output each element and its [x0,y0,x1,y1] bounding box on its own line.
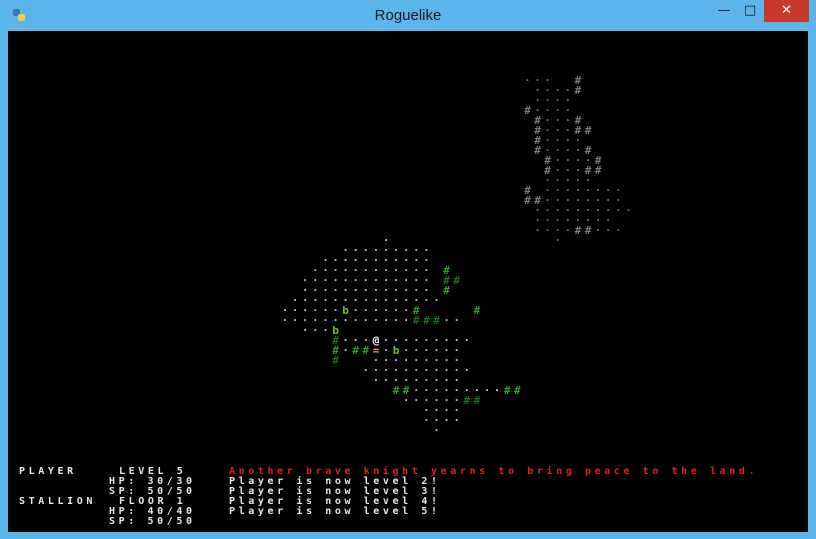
wall-tile: # [413,314,420,327]
floor-tile: · [402,314,410,327]
explored-wall-tile: # [584,224,592,237]
floor-tile: · [402,394,410,407]
floor-tile: · [453,414,461,427]
explored-floor-tile: · [524,74,531,87]
floor-tile: · [312,324,319,337]
wall-tile: # [473,304,481,317]
floor-tile: · [423,414,430,427]
wall-tile: # [392,384,400,397]
floor-tile: · [342,314,349,327]
floor-tile: · [443,414,450,427]
floor-tile: · [291,314,299,327]
explored-floor-tile: · [615,224,622,237]
floor-tile: · [322,324,329,337]
window-title: Roguelike [374,7,442,24]
wall-tile: # [443,284,450,297]
floor-tile: · [413,394,420,407]
explored-floor-tile: · [594,224,602,237]
pet-name: STALLION [19,496,96,507]
explored-wall-tile: # [574,84,582,97]
floor-tile: · [463,364,471,377]
game-viewport[interactable]: · · · # · · · · # · · · · # · · · · # · · · # # · · · # # # · · · · # · · · · #… [8,31,808,532]
explored-wall-tile: # [534,144,541,157]
maximize-button[interactable]: □ [738,0,762,22]
floor-tile: · [433,294,440,307]
wall-tile: # [473,394,481,407]
explored-wall-tile: # [574,224,582,237]
wall-tile: # [423,314,430,327]
wall-tile: # [352,344,360,357]
explored-floor-tile: · [554,234,562,247]
dungeon-map: · · · # · · · · # · · · · # · · · · # · · · # # · · · # # # · · · · # · · · · #… [8,31,808,461]
close-button[interactable]: ✕ [764,0,809,22]
wall-tile: # [362,344,370,357]
floor-tile: · [433,424,440,437]
floor-tile: · [463,334,471,347]
explored-floor-tile: · [625,204,632,217]
floor-tile: · [443,314,450,327]
floor-tile: · [301,324,309,337]
wall-tile: # [433,314,440,327]
floor-tile: · [372,314,380,327]
floor-tile: · [423,294,430,307]
pet-sp: SP: 50/50 [109,516,196,527]
explored-wall-tile: # [524,104,531,117]
wall-tile: # [453,274,461,287]
explored-floor-tile: · [564,224,572,237]
floor-tile: · [372,374,380,387]
explored-floor-tile: · [544,224,551,237]
floor-tile: · [382,314,390,327]
explored-floor-tile: · [604,224,612,237]
explored-floor-tile: · [615,204,622,217]
minimize-button[interactable]: — [712,0,736,22]
status-panel: PLAYER LEVEL 5 HP: 30/30 SP: 50/50 STALL… [8,467,808,529]
floor-tile: · [483,384,491,397]
floor-tile: · [392,314,400,327]
explored-wall-tile: # [584,124,592,137]
floor-tile: · [382,374,390,387]
wall-tile: # [463,394,471,407]
explored-floor-tile: · [534,224,541,237]
title-bar[interactable]: Roguelike — □ ✕ [0,0,816,31]
wall-tile: # [332,354,339,367]
floor-tile: · [362,364,370,377]
floor-tile: · [352,314,360,327]
wall-tile: # [514,384,521,397]
floor-tile: · [342,344,349,357]
message-line: Player is now level 5! [229,506,441,517]
floor-tile: · [281,314,289,327]
player-name: PLAYER [19,466,77,477]
wall-tile: # [503,384,511,397]
floor-tile: · [493,384,501,397]
floor-tile: · [362,314,370,327]
floor-tile: · [453,314,461,327]
explored-wall-tile: # [594,164,602,177]
explored-wall-tile: # [524,194,531,207]
